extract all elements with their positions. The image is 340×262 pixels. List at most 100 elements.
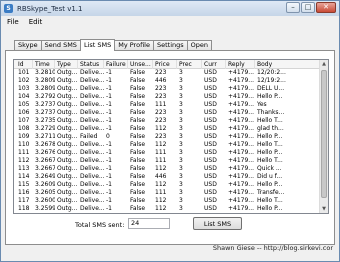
table-row[interactable]: 112 3.2667...Outg...Delive...-1 False 111 3 U… <box>14 157 320 165</box>
list-header: Id Time Type Status Failure Unse... Price Prec C… <box>14 60 320 69</box>
minimize-button[interactable]: – <box>286 2 300 13</box>
table-cell: Outg... <box>57 189 78 196</box>
column-header[interactable]: Prec <box>177 60 202 69</box>
table-cell: 112 <box>155 205 167 212</box>
tab-send-sms[interactable]: Send SMS <box>40 40 81 50</box>
tab-skype[interactable]: Skype <box>14 40 42 50</box>
table-cell: False <box>130 181 146 188</box>
table-cell: 112 <box>155 125 167 132</box>
tab-list-sms[interactable]: List SMS <box>79 39 116 51</box>
table-row[interactable]: 114 3.2649...Outg...Delive...-1 False 446 3 U… <box>14 173 320 181</box>
table-row[interactable]: 117 3.2600...Outg...Delive...-1 False 112 3 U… <box>14 197 320 205</box>
table-cell: Outg... <box>57 197 78 204</box>
tab-my-profile[interactable]: My Profile <box>114 40 154 50</box>
table-cell: 3.2729... <box>35 125 55 132</box>
table-cell: 0 <box>106 133 110 140</box>
scrollbar-thumb[interactable] <box>321 70 327 198</box>
table-cell: Delive... <box>80 141 104 148</box>
table-cell: 3.2667... <box>35 165 55 172</box>
table-row[interactable]: 103 3.2809...Outg...Delive...-1 False 223 3 U… <box>14 85 320 93</box>
table-cell: Did u f... <box>257 173 283 180</box>
tab-open[interactable]: Open <box>186 40 213 50</box>
table-row[interactable]: 110 3.2678...Outg...Delive...-1 False 112 3 U… <box>14 141 320 149</box>
table-cell: 117 <box>18 197 30 204</box>
table-row[interactable]: 111 3.2676...Outg...Delive...-1 False 111 3 U… <box>14 149 320 157</box>
table-cell: Hello P... <box>257 149 283 156</box>
table-cell: 3 <box>179 205 183 212</box>
table-cell: Outg... <box>57 157 78 164</box>
table-row[interactable]: 104 3.2792...Outg...Delive...-1 False 223 3 U… <box>14 93 320 101</box>
table-cell: 114 <box>18 173 30 180</box>
column-header[interactable]: Id <box>16 60 33 69</box>
table-cell: False <box>130 141 146 148</box>
table-row[interactable]: 108 3.2729...Outg...Delive...-1 False 112 3 U… <box>14 125 320 133</box>
table-row[interactable]: 101 3.2810...Outg...Delive...-1 False 223 3 U… <box>14 69 320 77</box>
column-header[interactable]: Unse... <box>128 60 153 69</box>
table-cell: False <box>130 205 146 212</box>
table-row[interactable]: 113 3.2667...Outg...Delive...-1 False 112 3 U… <box>14 165 320 173</box>
table-cell: 223 <box>155 69 167 76</box>
table-cell: 12/20:2... <box>257 69 286 76</box>
table-cell: -1 <box>106 85 112 92</box>
close-button[interactable]: ✕ <box>316 2 336 13</box>
scroll-down-icon[interactable]: ▼ <box>320 205 328 213</box>
table-cell: USD <box>204 77 217 84</box>
column-header[interactable]: Body <box>255 60 320 69</box>
table-cell: Yes <box>257 101 267 108</box>
table-cell: -1 <box>106 69 112 76</box>
table-cell: Outg... <box>57 141 78 148</box>
column-header[interactable]: Time <box>33 60 55 69</box>
table-cell: Delive... <box>80 125 104 132</box>
scroll-up-icon[interactable]: ▲ <box>320 60 328 68</box>
table-cell: Delive... <box>80 181 104 188</box>
list-sms-button[interactable]: List SMS <box>193 217 242 230</box>
table-cell: USD <box>204 93 217 100</box>
title-bar[interactable]: S RBSkype_Test v1.1 – □ ✕ <box>1 1 339 16</box>
table-cell: +4179... <box>228 109 255 116</box>
table-cell: Delive... <box>80 77 104 84</box>
table-cell: 110 <box>18 141 30 148</box>
table-row[interactable]: 109 3.2711...Outg...Failed 0 False 223 3 USD +4… <box>14 133 320 141</box>
table-cell: +4179... <box>228 189 255 196</box>
total-sms-field[interactable]: 24 <box>128 218 170 229</box>
column-header[interactable]: Price <box>153 60 177 69</box>
table-row[interactable]: 106 3.2737...Outg...Delive...-1 False 223 3 U… <box>14 109 320 117</box>
table-row[interactable]: 115 3.2609...Outg...Delive...-1 False 112 3 U… <box>14 181 320 189</box>
table-row[interactable]: 102 3.2809...Outg...Delive...-1 False 446 3 U… <box>14 77 320 85</box>
table-cell: 3.2599... <box>35 205 55 212</box>
table-cell: False <box>130 197 146 204</box>
menu-file[interactable]: File <box>3 18 23 26</box>
table-row[interactable]: 116 3.2605...Outg...Delive...-1 False 111 3 U… <box>14 189 320 197</box>
maximize-button[interactable]: □ <box>301 2 315 13</box>
table-cell: Hello T... <box>257 141 283 148</box>
table-cell: -1 <box>106 101 112 108</box>
table-row[interactable]: 105 3.2737...Outg...Delive...-1 False 111 3 U… <box>14 101 320 109</box>
vertical-scrollbar[interactable]: ▲ ▼ <box>319 60 328 213</box>
column-header[interactable]: Type <box>55 60 78 69</box>
table-cell: Hello T... <box>257 157 283 164</box>
column-header[interactable]: Reply <box>226 60 255 69</box>
table-cell: USD <box>204 117 217 124</box>
column-header[interactable]: Curr <box>202 60 226 69</box>
table-cell: 3 <box>179 165 183 172</box>
table-cell: USD <box>204 125 217 132</box>
column-header[interactable]: Failure <box>104 60 128 69</box>
table-row[interactable]: 107 3.2735...Outg...Delive...-1 False 223 3 U… <box>14 117 320 125</box>
table-cell: USD <box>204 165 217 172</box>
table-cell: False <box>130 173 146 180</box>
menu-edit[interactable]: Edit <box>25 18 47 26</box>
table-cell: Outg... <box>57 149 78 156</box>
sms-list[interactable]: Id Time Type Status Failure Unse... Price Prec C… <box>13 59 329 214</box>
table-cell: 223 <box>155 93 167 100</box>
total-sms-label: Total SMS sent: <box>75 221 125 229</box>
table-cell: +4179... <box>228 69 255 76</box>
table-cell: Delive... <box>80 189 104 196</box>
table-cell: 3.2609... <box>35 181 55 188</box>
table-cell: 111 <box>155 189 167 196</box>
table-row[interactable]: 118 3.2599...Outg...Delive...-1 False 112 3 U… <box>14 205 320 213</box>
tab-settings[interactable]: Settings <box>152 40 188 50</box>
table-cell: +4179... <box>228 157 255 164</box>
table-cell: +4179... <box>228 173 255 180</box>
table-cell: USD <box>204 205 217 212</box>
column-header[interactable]: Status <box>78 60 104 69</box>
